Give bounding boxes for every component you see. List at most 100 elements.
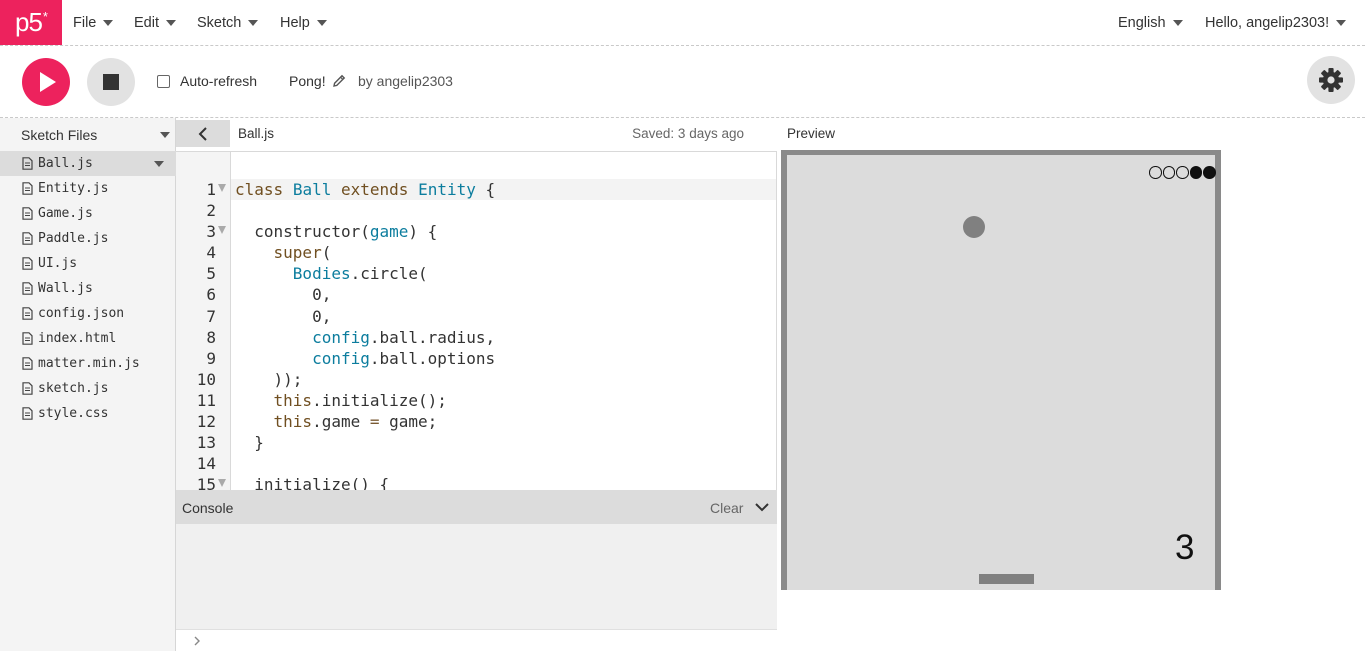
file-name: style.css — [38, 406, 109, 421]
file-item[interactable]: index.html — [0, 326, 176, 351]
preview-label: Preview — [787, 126, 836, 141]
chevron-down-icon — [166, 19, 176, 26]
file-item[interactable]: UI.js — [0, 251, 176, 276]
chevron-down-icon — [316, 19, 327, 26]
life-filled — [1189, 166, 1202, 179]
file-item[interactable]: Entity.js — [0, 176, 176, 201]
file-name: sketch.js — [38, 381, 109, 396]
life-filled — [1203, 166, 1216, 179]
chevron-down-icon — [1172, 19, 1183, 26]
stop-button[interactable] — [87, 58, 135, 106]
editor-header: Ball.js Saved: 3 days ago — [176, 118, 777, 151]
menu-help-label: Help — [280, 14, 310, 31]
line-number: 4 — [206, 243, 216, 263]
fold-icon[interactable] — [218, 479, 226, 488]
console-clear-button[interactable]: Clear — [710, 500, 743, 516]
chevron-left-icon — [198, 126, 207, 141]
file-icon — [22, 207, 33, 220]
line-number: 3 — [206, 222, 216, 242]
file-item[interactable]: Ball.js — [0, 151, 176, 176]
stop-icon — [103, 74, 119, 90]
toolbar: Auto-refresh Pong! by angelip2303 — [0, 46, 1365, 118]
file-icon — [22, 332, 33, 345]
file-icon — [22, 257, 33, 270]
file-icon — [22, 307, 33, 320]
console-title: Console — [182, 500, 234, 516]
auto-refresh-checkbox[interactable] — [157, 75, 170, 88]
menu-sketch[interactable]: Sketch — [197, 0, 259, 45]
file-name: config.json — [38, 306, 125, 321]
sketch-files-sidebar: Sketch Files Ball.js Entity.js Game.js Padd… — [0, 118, 176, 651]
file-item[interactable]: Wall.js — [0, 276, 176, 301]
console-output — [176, 524, 777, 629]
sketch-owner: by angelip2303 — [358, 73, 453, 89]
menu-edit[interactable]: Edit — [134, 0, 176, 45]
file-icon — [22, 282, 33, 295]
menu-edit-label: Edit — [134, 14, 159, 31]
file-icon — [22, 357, 33, 370]
settings-button[interactable] — [1307, 56, 1355, 104]
chevron-down-icon[interactable] — [160, 132, 170, 138]
chevron-down-icon — [248, 19, 259, 26]
file-icon — [22, 382, 33, 395]
auto-refresh-label[interactable]: Auto-refresh — [180, 73, 257, 89]
sidebar-title: Sketch Files — [21, 127, 98, 143]
file-list: Ball.js Entity.js Game.js Paddle.js UI.js Wal… — [0, 151, 176, 426]
collapse-sidebar-button[interactable] — [176, 120, 230, 147]
chevron-down-icon — [103, 19, 114, 26]
line-number: 9 — [206, 348, 216, 368]
menu-file[interactable]: File — [73, 0, 114, 45]
file-item[interactable]: matter.min.js — [0, 351, 176, 376]
chevron-down-icon[interactable] — [754, 501, 770, 513]
preview-canvas[interactable]: 3 — [781, 150, 1221, 590]
top-nav: p5 * File Edit Sketch Help English Hello,… — [0, 0, 1365, 46]
chevron-down-icon — [1336, 19, 1347, 26]
play-button[interactable] — [22, 58, 70, 106]
line-number: 6 — [206, 285, 216, 305]
file-icon — [22, 407, 33, 420]
play-icon — [40, 72, 56, 92]
score: 3 — [1175, 528, 1195, 567]
logo-asterisk: * — [42, 9, 48, 24]
file-item[interactable]: style.css — [0, 401, 176, 426]
line-number: 15 — [196, 475, 216, 490]
line-number: 10 — [196, 369, 216, 389]
file-item[interactable]: Paddle.js — [0, 226, 176, 251]
file-icon — [22, 232, 33, 245]
sketch-name[interactable]: Pong! — [289, 73, 326, 89]
user-menu[interactable]: Hello, angelip2303! — [1205, 0, 1347, 45]
file-name: index.html — [38, 331, 117, 346]
file-item[interactable]: Game.js — [0, 201, 176, 226]
life-empty — [1149, 166, 1162, 179]
line-number: 8 — [206, 327, 216, 347]
game-area: 3 — [787, 155, 1216, 590]
console-header: Console Clear — [176, 490, 777, 524]
code-editor[interactable]: 1 class Ball extends Entity { 2 3 constru… — [176, 151, 777, 490]
file-icon — [22, 182, 33, 195]
pencil-icon[interactable] — [333, 74, 346, 87]
file-item[interactable]: sketch.js — [0, 376, 176, 401]
code-content[interactable]: 1 class Ball extends Entity { 2 3 constru… — [176, 179, 776, 490]
fold-icon[interactable] — [218, 184, 226, 192]
fold-icon[interactable] — [218, 226, 226, 235]
line-number: 11 — [196, 390, 216, 410]
menu-help[interactable]: Help — [280, 0, 327, 45]
language-select[interactable]: English — [1118, 0, 1183, 45]
file-name: Ball.js — [38, 156, 93, 171]
p5-logo[interactable]: p5 * — [0, 0, 62, 45]
ball — [963, 216, 985, 238]
life-empty — [1162, 166, 1175, 179]
life-empty — [1176, 166, 1189, 179]
editor-filename: Ball.js — [238, 126, 275, 141]
lives-indicator — [1149, 166, 1216, 179]
saved-status: Saved: 3 days ago — [632, 126, 744, 141]
gear-icon — [1319, 68, 1343, 92]
line-number: 1 — [206, 180, 216, 199]
file-item[interactable]: config.json — [0, 301, 176, 326]
line-number: 2 — [206, 201, 216, 221]
line-number: 7 — [206, 306, 216, 326]
console-input[interactable] — [176, 629, 777, 651]
file-icon — [22, 157, 33, 170]
file-options-chevron-icon[interactable] — [154, 161, 164, 167]
line-number: 13 — [196, 433, 216, 453]
